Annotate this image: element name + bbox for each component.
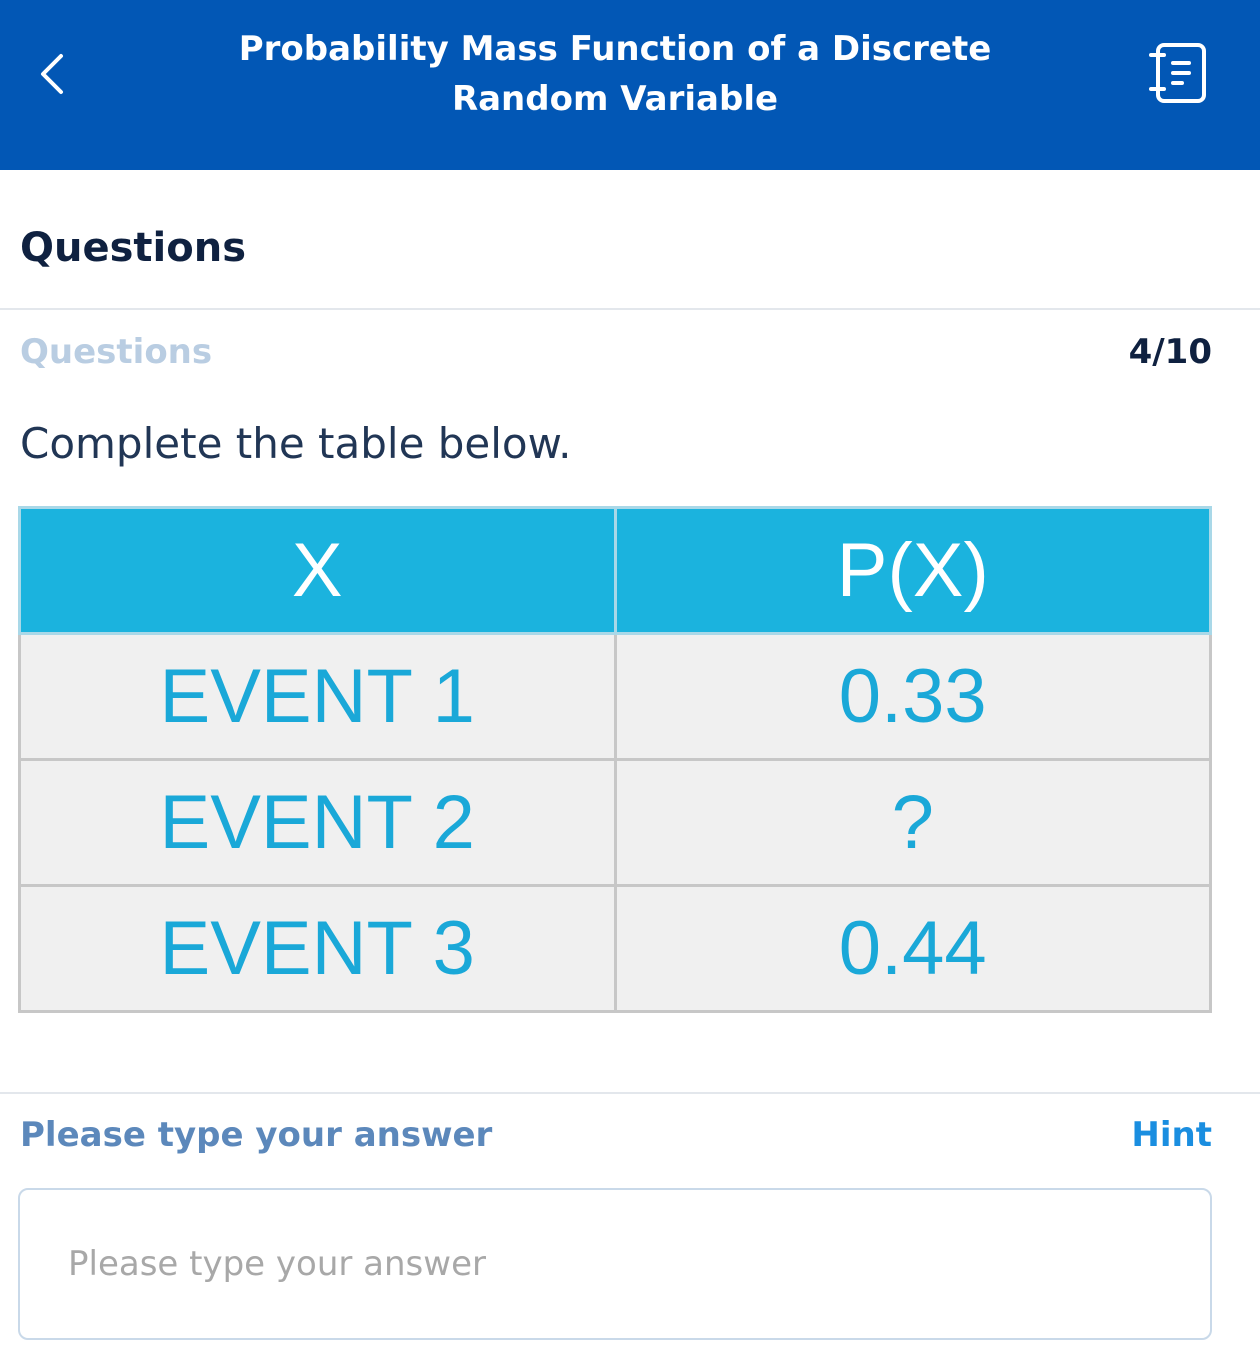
notes-button[interactable] xyxy=(1144,38,1212,108)
event-cell: EVENT 1 xyxy=(18,632,617,761)
probability-cell: ? xyxy=(613,758,1212,887)
event-cell: EVENT 2 xyxy=(18,758,617,887)
answer-input[interactable] xyxy=(18,1188,1212,1340)
table-row: EVENT 3 0.44 xyxy=(18,884,1212,1013)
page-title: Probability Mass Function of a Discrete … xyxy=(238,29,992,119)
pmf-table: X P(X) EVENT 1 0.33 EVENT 2 ? EVENT 3 0.… xyxy=(18,506,1212,1013)
hint-button[interactable]: Hint xyxy=(1131,1112,1212,1158)
table-header-row: X P(X) xyxy=(18,506,1212,635)
notebook-icon xyxy=(1149,43,1206,103)
app-header: Probability Mass Function of a Discrete … xyxy=(0,0,1260,170)
divider xyxy=(0,308,1260,310)
table-row: EVENT 1 0.33 xyxy=(18,632,1212,761)
event-cell: EVENT 3 xyxy=(18,884,617,1013)
probability-cell: 0.33 xyxy=(613,632,1212,761)
answer-label: Please type your answer xyxy=(20,1115,493,1155)
divider xyxy=(0,1092,1260,1094)
column-header-x: X xyxy=(18,506,617,635)
back-button[interactable] xyxy=(28,46,76,102)
probability-cell: 0.44 xyxy=(613,884,1212,1013)
question-prompt: Complete the table below. xyxy=(20,419,572,468)
table-row: EVENT 2 ? xyxy=(18,758,1212,887)
question-progress: 4/10 xyxy=(1128,332,1212,372)
section-heading: Questions xyxy=(20,225,247,271)
column-header-px: P(X) xyxy=(613,506,1212,635)
chevron-left-icon xyxy=(41,54,63,94)
questions-label: Questions xyxy=(20,332,213,372)
